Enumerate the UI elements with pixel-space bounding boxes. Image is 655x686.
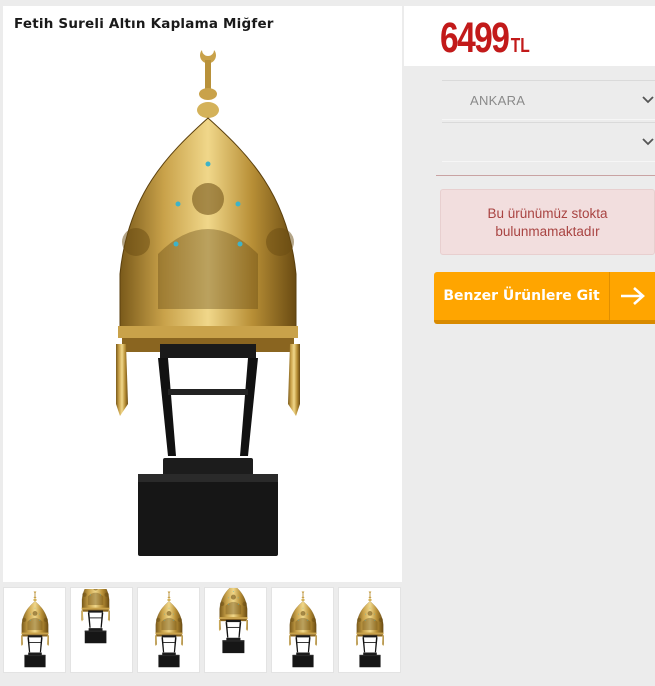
stock-message-line2: bulunmamaktadır	[495, 224, 600, 239]
thumbnail-1[interactable]	[3, 587, 66, 673]
thumbnail-3[interactable]	[137, 587, 200, 673]
thumbnail-4[interactable]	[204, 587, 267, 673]
product-title: Fetih Sureli Altın Kaplama Miğfer	[14, 16, 274, 32]
chevron-down-icon	[642, 96, 654, 104]
similar-products-label: Benzer Ürünlere Git	[443, 288, 600, 304]
chevron-down-icon	[642, 138, 654, 146]
thumbnail-strip	[3, 587, 402, 675]
city-select[interactable]: ANKARA	[442, 80, 655, 120]
stock-message-line1: Bu ürünümüz stokta	[487, 206, 608, 221]
price-bar: 6499 TL	[404, 6, 655, 66]
similar-products-button[interactable]: Benzer Ürünlere Git	[434, 272, 655, 324]
thumbnail-2[interactable]	[70, 587, 133, 673]
city-select-value: ANKARA	[470, 92, 526, 108]
product-panel: Fetih Sureli Altın Kaplama Miğfer	[3, 6, 402, 582]
product-price: 6499 TL	[440, 14, 530, 63]
product-main-image[interactable]	[98, 44, 318, 574]
district-select[interactable]	[442, 122, 655, 162]
thumbnail-6[interactable]	[338, 587, 401, 673]
price-value: 6499	[440, 14, 510, 62]
thumbnail-5[interactable]	[271, 587, 334, 673]
price-currency: TL	[510, 35, 530, 57]
arrow-right-icon	[610, 286, 655, 306]
divider	[436, 175, 655, 176]
out-of-stock-alert: Bu ürünümüz stokta bulunmamaktadır	[440, 189, 655, 255]
purchase-panel: ANKARA Bu ürünümüz stokta bulunmamaktadı…	[404, 66, 655, 686]
